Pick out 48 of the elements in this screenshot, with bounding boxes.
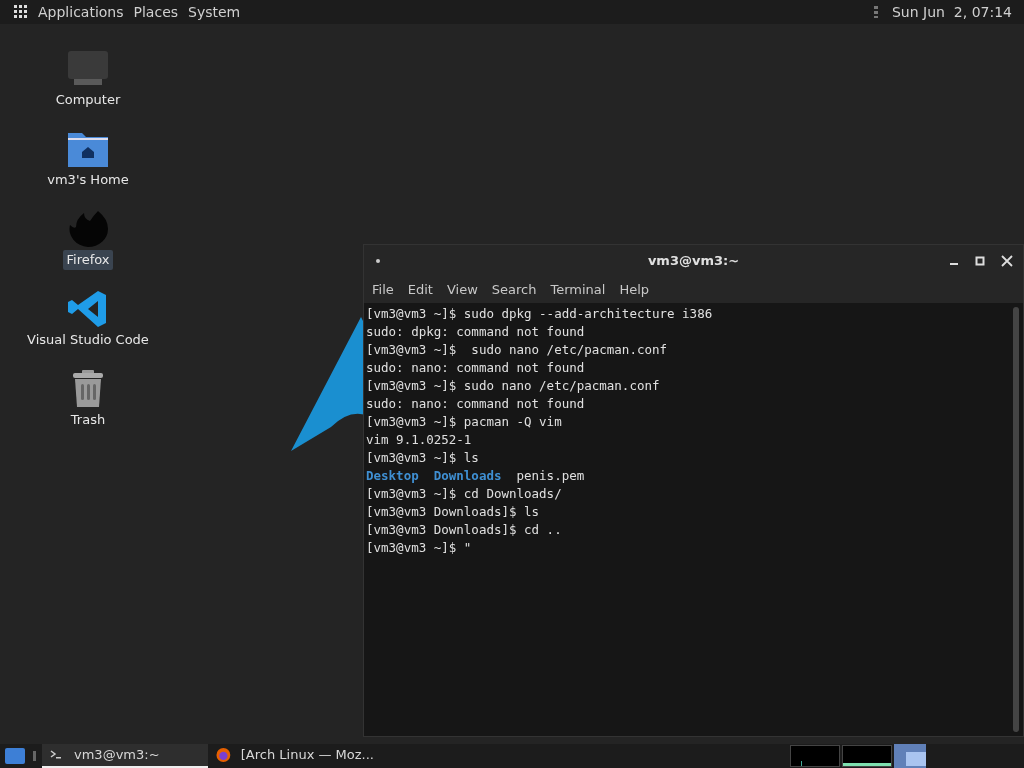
memory-monitor-graph — [842, 745, 892, 767]
terminal-line: vim 9.1.0252-1 — [366, 431, 473, 449]
menu-item[interactable]: Help — [613, 280, 656, 300]
window-title: vm3@vm3:~ — [647, 252, 740, 271]
terminal-line: Desktop Downloads penis.pem — [366, 467, 586, 485]
home-folder-icon — [68, 133, 108, 167]
handle-dots-icon[interactable] — [33, 751, 36, 761]
taskbar-button[interactable]: [Arch Linux — Moz... — [208, 744, 374, 768]
terminal-line: [vm3@vm3 ~]$ sudo dpkg --add-architecture i386 — [366, 305, 714, 323]
desktop-icon-label[interactable]: Trash — [67, 410, 109, 430]
scrollbar[interactable] — [1013, 307, 1019, 732]
terminal-icon — [50, 749, 64, 761]
terminal-line: sudo: dpkg: command not found — [366, 323, 586, 341]
clock[interactable]: Sun Jun 2, 07:14 — [892, 1, 1012, 23]
terminal-line: sudo: nano: command not found — [366, 395, 586, 413]
panel-menu[interactable]: System — [184, 1, 245, 23]
monitor-icon — [68, 51, 108, 85]
apps-grid-icon — [14, 5, 28, 19]
menu-item[interactable]: Edit — [401, 280, 439, 300]
flame-globe-icon — [69, 211, 108, 247]
desktop-icon-label[interactable]: Firefox — [63, 250, 113, 270]
panel-menu[interactable]: Applications — [34, 1, 128, 23]
menu-item[interactable]: Search — [485, 280, 543, 300]
terminal-line: [vm3@vm3 ~]$ pacman -Q vim — [366, 413, 563, 431]
overflow-dots-icon[interactable] — [874, 5, 878, 19]
terminal-line: sudo: nano: command not found — [366, 359, 586, 377]
menu-item[interactable]: View — [440, 280, 484, 300]
terminal-line: [vm3@vm3 ~]$ " — [366, 539, 473, 557]
terminal-line: [vm3@vm3 Downloads]$ cd .. — [366, 521, 563, 539]
trash-can-icon — [73, 370, 103, 407]
desktop-icon-label[interactable]: Computer — [52, 90, 124, 110]
panel-menu[interactable]: Places — [129, 1, 183, 23]
code-editor-icon — [68, 291, 106, 327]
menu-item[interactable]: File — [366, 280, 400, 300]
browser-globe-icon — [216, 747, 231, 763]
workspace-switcher[interactable] — [894, 744, 926, 768]
maximize-icon[interactable] — [975, 256, 985, 266]
menu-item[interactable]: Terminal — [544, 280, 612, 300]
cpu-monitor-graph — [790, 745, 840, 767]
terminal-line: [vm3@vm3 ~]$ cd Downloads/ — [366, 485, 563, 503]
terminal-line: [vm3@vm3 Downloads]$ ls — [366, 503, 541, 521]
close-icon[interactable] — [1001, 255, 1013, 267]
terminal-line: [vm3@vm3 ~]$ sudo nano /etc/pacman.conf — [366, 341, 669, 359]
terminal-line: [vm3@vm3 ~]$ sudo nano /etc/pacman.conf — [366, 377, 661, 395]
taskbar-button[interactable]: vm3@vm3:~ — [42, 744, 208, 768]
desktop-icon-label[interactable]: vm3's Home — [44, 170, 132, 190]
terminal-line: [vm3@vm3 ~]$ ls — [366, 449, 480, 467]
desktop-icon-label[interactable]: Visual Studio Code — [24, 330, 152, 350]
